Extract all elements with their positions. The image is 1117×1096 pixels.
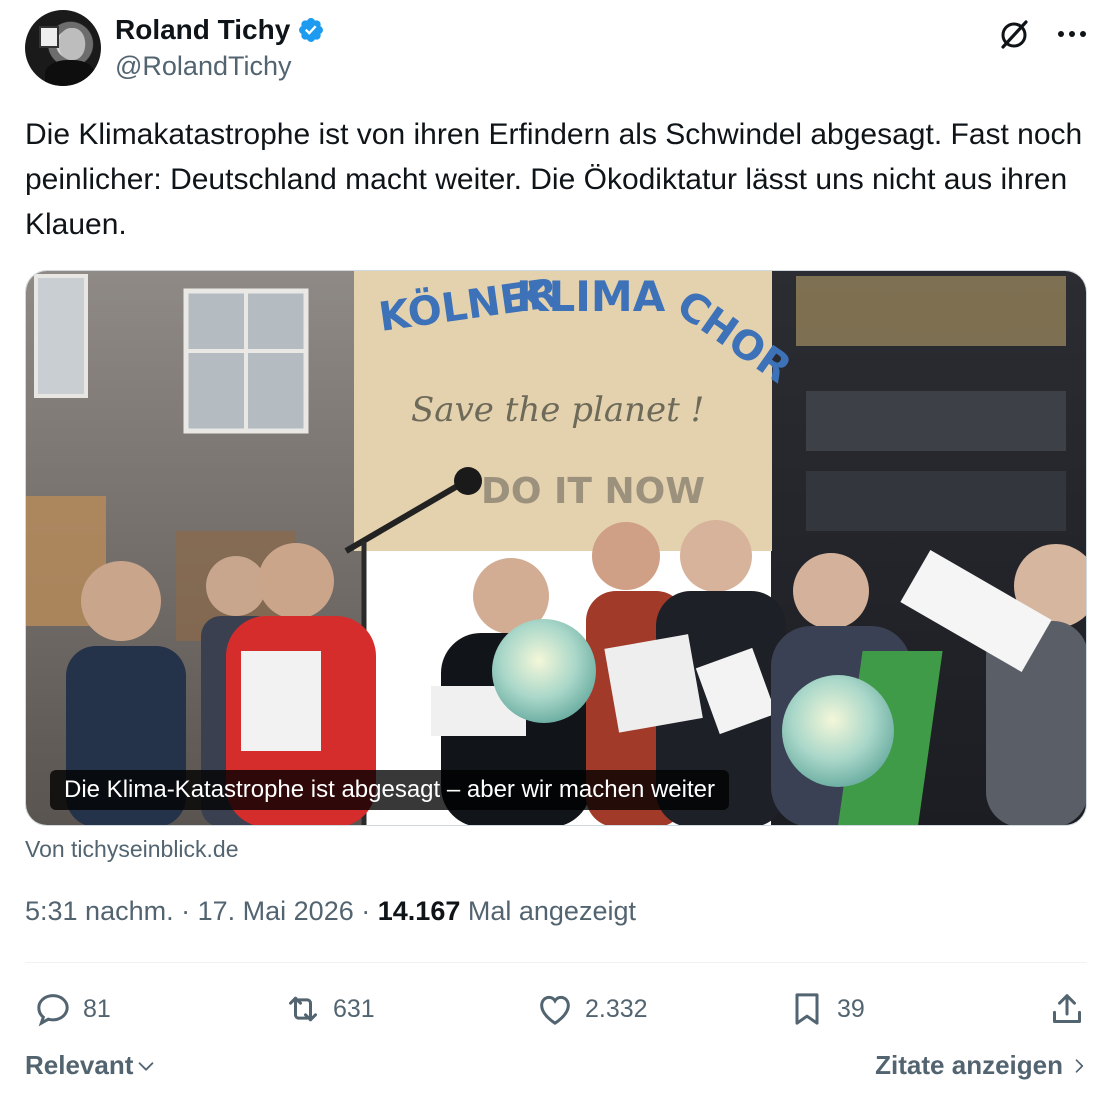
reply-icon <box>37 994 69 1027</box>
repost-count: 631 <box>333 994 375 1023</box>
bookmark-icon <box>795 993 819 1025</box>
reply-count: 81 <box>83 994 111 1023</box>
divider <box>25 962 1087 963</box>
action-bar: 81 631 2.332 39 <box>25 984 1087 1034</box>
view-quotes-link[interactable]: Zitate anzeigen <box>875 1050 1089 1081</box>
meta-separator: · <box>181 896 191 926</box>
author-handle[interactable]: @RolandTichy <box>115 51 291 82</box>
top-right-icons <box>994 14 1092 54</box>
chevron-right-icon <box>1075 1058 1084 1073</box>
tweet-meta: 5:31 nachm. · 17. Mai 2026 · 14.167 Mal … <box>25 896 636 927</box>
svg-text:Save the planet !: Save the planet ! <box>411 390 704 430</box>
repost-icon <box>289 996 317 1022</box>
verified-badge-icon[interactable] <box>297 16 325 44</box>
chevron-down-icon <box>139 1061 154 1071</box>
grok-icon[interactable] <box>994 14 1034 54</box>
author-display-name[interactable]: Roland Tichy <box>115 14 290 46</box>
author-name-row: Roland Tichy <box>115 14 325 46</box>
card-caption: Die Klima-Katastrophe ist abgesagt – abe… <box>50 770 729 810</box>
repost-button[interactable]: 631 <box>283 984 375 1034</box>
like-button[interactable]: 2.332 <box>535 984 648 1034</box>
avatar-shoulders <box>45 60 95 86</box>
tweet-text: Die Klimakatastrophe ist von ihren Erfin… <box>25 118 1083 241</box>
tweet-time[interactable]: 5:31 nachm. <box>25 896 174 926</box>
share-button[interactable] <box>1047 984 1087 1034</box>
more-icon[interactable] <box>1052 14 1092 54</box>
link-card[interactable]: KÖLNER KLIMA CHOR Save the planet ! DO I… <box>25 270 1087 826</box>
svg-text:DO IT NOW: DO IT NOW <box>481 471 705 512</box>
sort-label: Relevant <box>25 1050 134 1080</box>
svg-text:KLIMA: KLIMA <box>516 272 666 321</box>
meta-separator: · <box>361 896 371 926</box>
bookmark-button[interactable]: 39 <box>787 984 865 1034</box>
quotes-label: Zitate anzeigen <box>875 1050 1063 1080</box>
card-source[interactable]: Von tichyseinblick.de <box>25 836 239 863</box>
tweet-header: Roland Tichy @RolandTichy <box>25 10 1092 90</box>
views-label: Mal angezeigt <box>467 896 636 926</box>
replies-footer: Relevant Zitate anzeigen <box>25 1050 1089 1090</box>
views-count: 14.167 <box>377 896 461 926</box>
like-count: 2.332 <box>585 994 648 1023</box>
heart-icon <box>540 995 570 1025</box>
avatar-inset-picture <box>39 26 59 48</box>
avatar[interactable] <box>25 10 101 86</box>
tweet-date[interactable]: 17. Mai 2026 <box>198 896 354 926</box>
avatar-face <box>59 28 85 60</box>
card-image: KÖLNER KLIMA CHOR Save the planet ! DO I… <box>26 271 1086 825</box>
sort-dropdown[interactable]: Relevant <box>25 1050 157 1081</box>
share-icon <box>1053 994 1081 1023</box>
reply-button[interactable]: 81 <box>33 984 111 1034</box>
bookmark-count: 39 <box>837 994 865 1023</box>
